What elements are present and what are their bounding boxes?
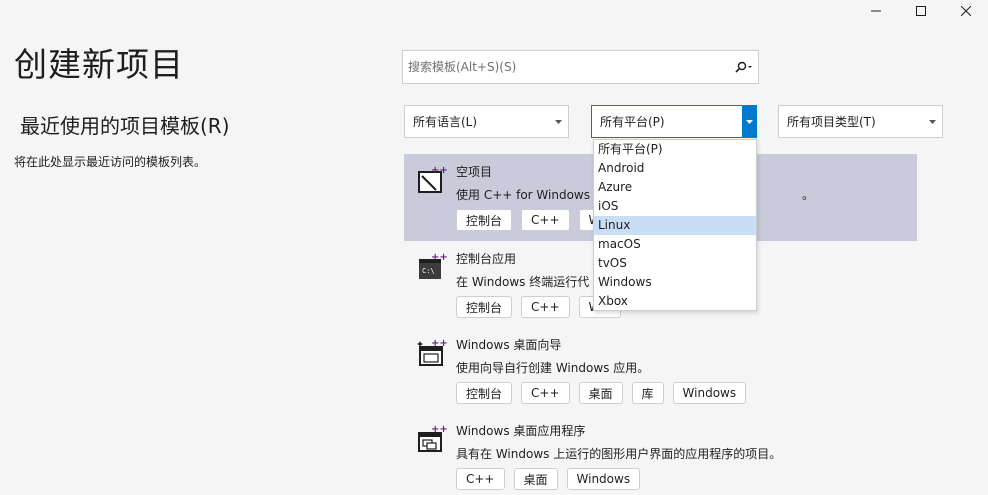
language-filter-label: 所有语言(L) — [413, 115, 478, 129]
template-description-text: 使用 C++ for Windows — [456, 188, 590, 202]
platform-option-tvos[interactable]: tvOS — [594, 254, 756, 273]
chevron-down-icon — [742, 106, 756, 137]
platform-filter-label: 所有平台(P) — [600, 115, 665, 129]
tag: C++ — [521, 296, 570, 318]
platform-option-android[interactable]: Android — [594, 159, 756, 178]
template-name: 空项目 — [456, 165, 493, 179]
console-app-icon: C:\ ++ — [419, 252, 448, 279]
search-input[interactable] — [403, 51, 730, 83]
platform-option-linux[interactable]: Linux — [594, 216, 756, 235]
chevron-down-icon — [922, 106, 942, 137]
template-tags: C++ 桌面 Windows — [456, 468, 641, 490]
tag: 桌面 — [513, 468, 558, 490]
close-icon — [960, 6, 971, 16]
search-icon[interactable] — [730, 51, 758, 83]
template-description: 使用向导自行创建 Windows 应用。 — [456, 361, 650, 375]
template-description: 具有在 Windows 上运行的图形用户界面的应用程序的项目。 — [456, 447, 782, 461]
template-item-desktop-app[interactable]: ++ Windows 桌面应用程序 具有在 Windows 上运行的图形用户界面… — [404, 413, 917, 495]
tag: C++ — [521, 209, 570, 231]
empty-project-icon: ++ — [418, 165, 448, 193]
svg-text:C:\: C:\ — [422, 267, 435, 275]
maximize-button[interactable] — [898, 0, 943, 22]
template-name: Windows 桌面应用程序 — [456, 424, 586, 438]
tag: 桌面 — [578, 382, 623, 404]
svg-text:++: ++ — [431, 252, 448, 263]
platform-option-all[interactable]: 所有平台(P) — [594, 140, 756, 159]
tag: Windows — [672, 382, 747, 404]
project-type-filter-label: 所有项目类型(T) — [787, 115, 876, 129]
platform-dropdown-list: 所有平台(P) Android Azure iOS Linux macOS tv… — [593, 139, 757, 311]
platform-filter-dropdown[interactable]: 所有平台(P) — [591, 105, 757, 138]
tag: 控制台 — [456, 296, 513, 318]
recent-templates-heading: 最近使用的项目模板(R) — [20, 114, 230, 138]
template-tags: 控制台 C++ 桌面 库 Windows — [456, 382, 747, 404]
svg-text:++: ++ — [431, 165, 448, 176]
desktop-wizard-icon: ++ — [417, 338, 448, 366]
tag: 库 — [631, 382, 664, 404]
tag: Windows — [566, 468, 641, 490]
template-description-tail: 。 — [802, 188, 815, 202]
platform-option-ios[interactable]: iOS — [594, 197, 756, 216]
minimize-button[interactable] — [853, 0, 898, 22]
template-description: 在 Windows 终端运行代 — [456, 275, 590, 289]
platform-option-xbox[interactable]: Xbox — [594, 292, 756, 311]
platform-option-windows[interactable]: Windows — [594, 273, 756, 292]
project-type-filter-dropdown[interactable]: 所有项目类型(T) — [778, 105, 943, 138]
close-button[interactable] — [943, 0, 988, 22]
recent-templates-empty-text: 将在此处显示最近访问的模板列表。 — [14, 155, 207, 169]
tag: C++ — [456, 468, 505, 490]
maximize-icon — [915, 6, 926, 16]
language-filter-dropdown[interactable]: 所有语言(L) — [404, 105, 569, 138]
chevron-down-icon — [548, 106, 568, 137]
minimize-icon — [870, 10, 881, 12]
template-name: 控制台应用 — [456, 252, 517, 266]
page-title: 创建新项目 — [14, 45, 184, 84]
window-controls — [853, 0, 988, 24]
desktop-app-icon: ++ — [418, 424, 448, 452]
svg-text:++: ++ — [431, 424, 448, 435]
tag: 控制台 — [456, 209, 513, 231]
template-search-box[interactable] — [402, 50, 759, 84]
svg-text:++: ++ — [431, 338, 448, 349]
platform-option-azure[interactable]: Azure — [594, 178, 756, 197]
template-item-desktop-wizard[interactable]: ++ Windows 桌面向导 使用向导自行创建 Windows 应用。 控制台… — [404, 327, 917, 414]
tag: 控制台 — [456, 382, 513, 404]
tag: C++ — [521, 382, 570, 404]
platform-option-macos[interactable]: macOS — [594, 235, 756, 254]
template-name: Windows 桌面向导 — [456, 338, 562, 352]
